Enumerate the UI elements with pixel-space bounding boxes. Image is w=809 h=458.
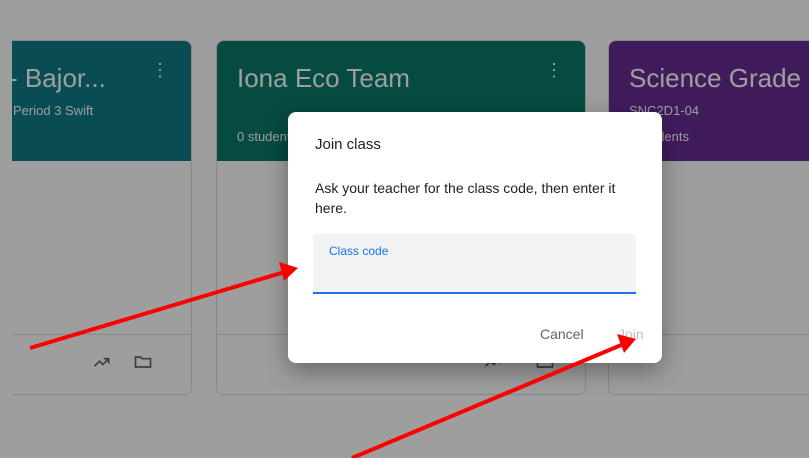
class-code-label: Class code xyxy=(329,244,389,258)
dialog-title: Join class xyxy=(315,136,381,153)
join-button[interactable]: Join xyxy=(618,326,644,342)
class-code-field[interactable]: Class code xyxy=(313,234,636,294)
cancel-button[interactable]: Cancel xyxy=(540,326,584,342)
dialog-instructions: Ask your teacher for the class code, the… xyxy=(315,180,616,216)
join-class-dialog: Join class Ask your teacher for the clas… xyxy=(288,112,662,363)
class-code-input[interactable] xyxy=(329,262,623,286)
